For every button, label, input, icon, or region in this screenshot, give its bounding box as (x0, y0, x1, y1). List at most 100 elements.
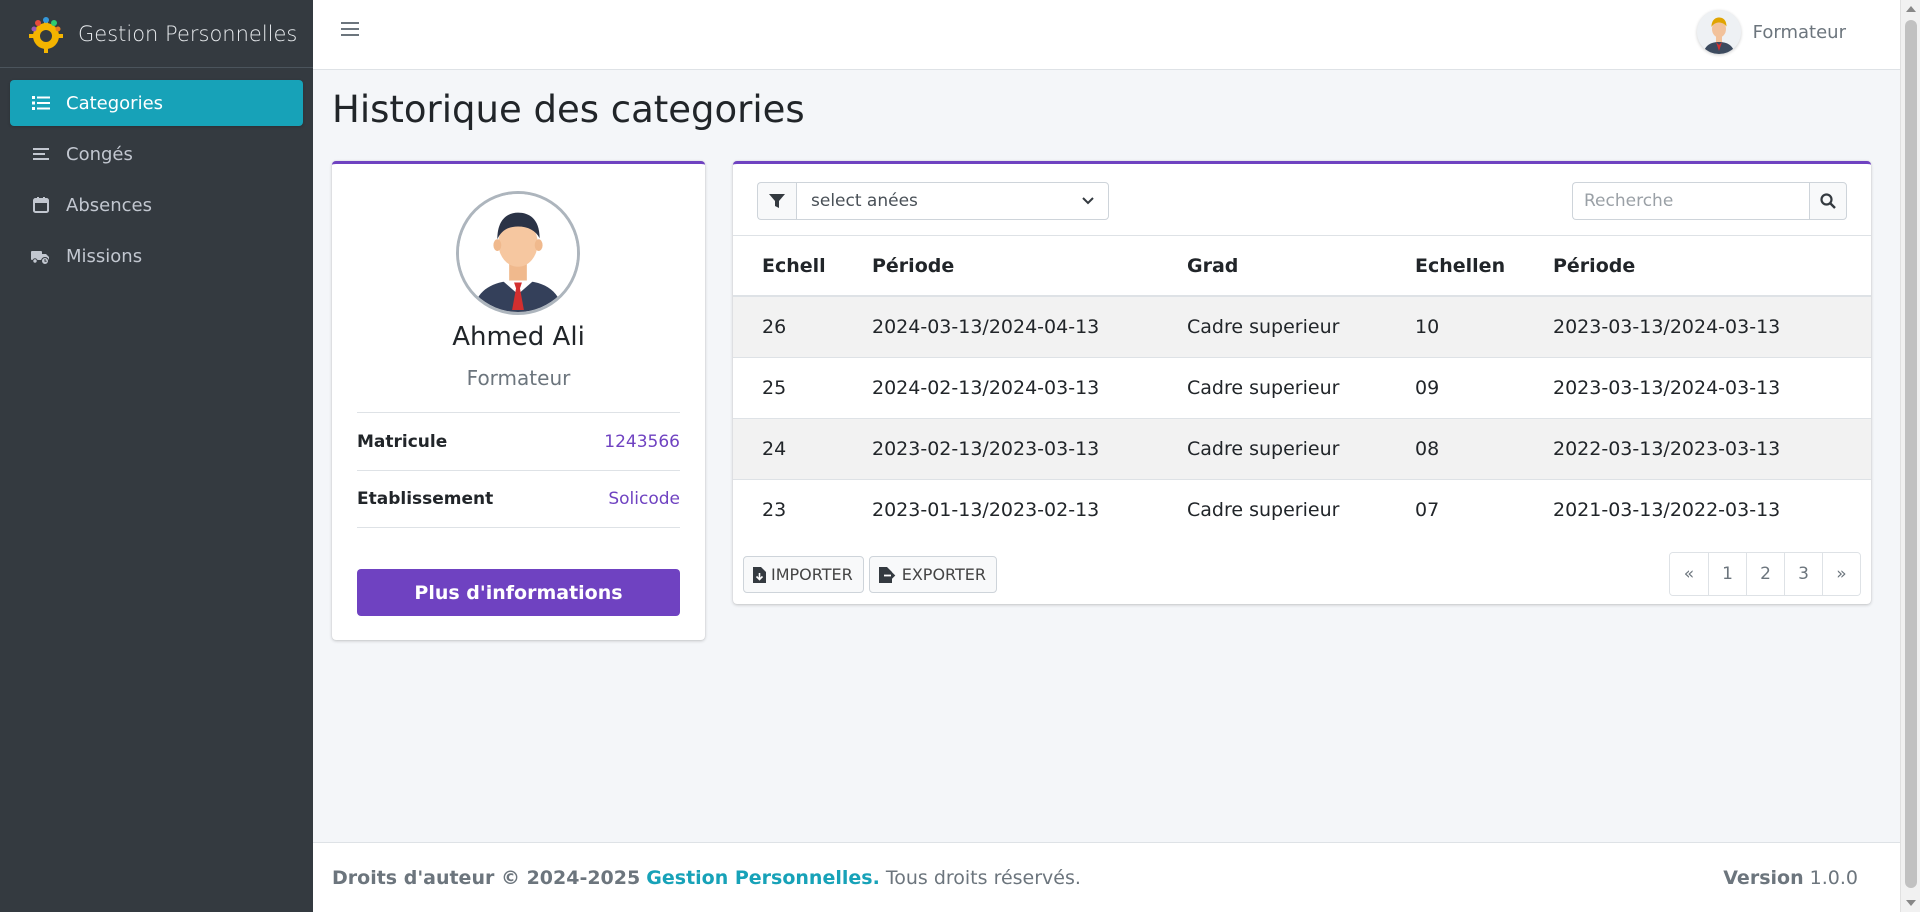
user-avatar-icon (1696, 10, 1741, 54)
truck-clock-icon (30, 247, 52, 265)
table-row: 26 2024-03-13/2024-04-13 Cadre superieur… (733, 296, 1871, 358)
calendar-icon (30, 196, 52, 214)
profile-name: Ahmed Ali (452, 322, 585, 352)
version-value: 1.0.0 (1809, 867, 1858, 889)
history-table-card: select anées Echell Période Grad Echelle… (733, 161, 1871, 604)
sidebar-item-label: Absences (66, 194, 152, 216)
table-cell: 2021-03-13/2022-03-13 (1553, 498, 1781, 521)
table-cell: 2024-03-13/2024-04-13 (843, 296, 1158, 358)
list-icon (30, 94, 52, 112)
footer-copyright: Droits d'auteur © 2024-2025 Gestion Pers… (332, 867, 1081, 889)
table-actions: IMPORTER EXPORTER (743, 556, 997, 593)
table-cell: Cadre superieur (1158, 296, 1386, 358)
table-cell: 2022-03-13/2023-03-13 (1524, 418, 1871, 480)
table-cell: 2023-01-13/2023-02-13 (872, 498, 1100, 521)
sidebar-nav: Categories Congés Absences Missions (0, 68, 313, 279)
import-label: IMPORTER (771, 565, 853, 584)
pagination-page-2[interactable]: 2 (1746, 553, 1784, 595)
year-filter: select anées (757, 182, 1109, 220)
export-label: EXPORTER (901, 565, 986, 584)
bars-icon (30, 145, 52, 163)
year-select[interactable]: select anées (796, 182, 1109, 220)
table-cell: 2023-03-13/2024-03-13 (1524, 357, 1871, 419)
import-button[interactable]: IMPORTER (743, 556, 864, 593)
pagination-prev[interactable]: « (1670, 553, 1708, 595)
table-row: 24 2023-02-13/2023-03-13 Cadre superieur… (733, 418, 1871, 480)
column-header: Période (843, 236, 1158, 297)
table-cell: 24 (733, 418, 843, 480)
file-import-icon (753, 566, 766, 583)
table-cell: 09 (1386, 357, 1524, 419)
history-table: Echell Période Grad Echellen Période 26 … (733, 236, 1871, 540)
table-toolbar: select anées (733, 164, 1871, 236)
search-icon (1820, 193, 1836, 209)
column-header: Echell (733, 236, 843, 297)
sidebar-item-conges[interactable]: Congés (10, 131, 303, 177)
profile-avatar-icon (456, 191, 580, 315)
table-cell: 08 (1386, 418, 1524, 480)
profile-card: Ahmed Ali Formateur Matricule 1243566 Et… (332, 161, 705, 640)
filter-icon (757, 182, 796, 220)
version-label: Version (1723, 867, 1804, 889)
page-title: Historique des categories (332, 88, 805, 131)
sidebar-item-missions[interactable]: Missions (10, 233, 303, 279)
search-group (1572, 182, 1847, 220)
scrollbar-thumb[interactable] (1905, 20, 1917, 888)
footer-copyright-text: Droits d'auteur © 2024-2025 (332, 867, 641, 889)
footer-rights: Tous droits réservés. (885, 867, 1081, 889)
info-row-matricule: Matricule 1243566 (357, 412, 680, 470)
search-input[interactable] (1572, 182, 1809, 220)
profile-info-list: Matricule 1243566 Etablissement Solicode (357, 412, 680, 528)
sidebar-item-label: Missions (66, 245, 143, 267)
brand[interactable]: Gestion Personnelles (0, 0, 313, 68)
sidebar-item-label: Categories (66, 92, 164, 114)
column-header: Echellen (1386, 236, 1524, 297)
table-cell: 26 (733, 296, 843, 358)
footer-version: Version 1.0.0 (1723, 867, 1858, 889)
year-select-value: select anées (811, 191, 918, 211)
file-export-icon (878, 566, 895, 583)
chevron-down-icon (1082, 197, 1094, 205)
brand-title: Gestion Personnelles (78, 21, 298, 46)
page-scrollbar[interactable] (1900, 0, 1920, 912)
table-cell: 2023-02-13/2023-03-13 (843, 418, 1158, 480)
profile-role: Formateur (466, 366, 571, 390)
pagination-next[interactable]: » (1822, 553, 1860, 595)
table-cell: 23 (762, 498, 787, 521)
table-cell: Cadre superieur (1158, 357, 1386, 419)
table-cell: 07 (1415, 498, 1440, 521)
user-name: Formateur (1752, 21, 1846, 43)
gear-people-logo-icon (29, 16, 63, 53)
sidebar-item-absences[interactable]: Absences (10, 182, 303, 228)
table-header-row: Echell Période Grad Echellen Période (733, 236, 1871, 297)
hamburger-menu-icon[interactable] (341, 22, 359, 38)
table-row: 25 2024-02-13/2024-03-13 Cadre superieur… (733, 357, 1871, 419)
user-menu[interactable]: Formateur (1696, 10, 1846, 54)
info-label: Matricule (357, 431, 448, 452)
table-cell: 25 (733, 357, 843, 419)
export-button[interactable]: EXPORTER (868, 556, 997, 593)
top-header: Formateur (313, 0, 1900, 70)
sidebar-item-label: Congés (66, 143, 133, 165)
footer-brand-link[interactable]: Gestion Personnelles. (646, 867, 880, 889)
column-header: Période (1524, 236, 1871, 297)
pagination-page-1[interactable]: 1 (1708, 553, 1746, 595)
info-value: 1243566 (604, 431, 680, 452)
scroll-up-icon[interactable] (1906, 6, 1916, 12)
footer: Droits d'auteur © 2024-2025 Gestion Pers… (313, 842, 1900, 912)
search-button[interactable] (1809, 182, 1847, 220)
info-value: Solicode (608, 489, 680, 509)
table-cell: 10 (1386, 296, 1524, 358)
column-header: Grad (1158, 236, 1386, 297)
table-cell: 2023-03-13/2024-03-13 (1524, 296, 1871, 358)
more-info-button[interactable]: Plus d'informations (357, 569, 680, 616)
scroll-down-icon[interactable] (1906, 900, 1916, 906)
table-row: 23 2023-01-13/2023-02-13 Cadre superieur… (733, 479, 1871, 540)
info-row-etablissement: Etablissement Solicode (357, 470, 680, 528)
sidebar-item-categories[interactable]: Categories (10, 80, 303, 126)
table-cell: Cadre superieur (1187, 498, 1340, 521)
info-label: Etablissement (357, 489, 494, 509)
pagination: « 1 2 3 » (1669, 552, 1861, 596)
table-cell: 2024-02-13/2024-03-13 (843, 357, 1158, 419)
pagination-page-3[interactable]: 3 (1784, 553, 1822, 595)
